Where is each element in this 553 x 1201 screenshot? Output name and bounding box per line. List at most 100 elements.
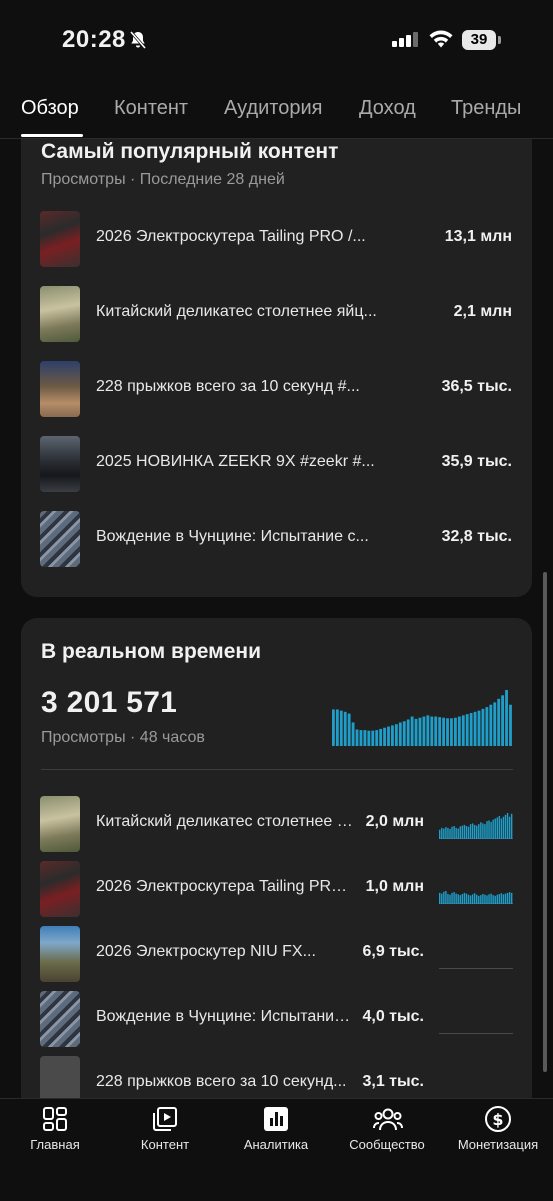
sparkline-bar [447, 893, 449, 904]
chart-bar [446, 718, 449, 746]
video-sparkline [439, 968, 513, 969]
video-thumbnail [40, 286, 80, 342]
video-sparkline [439, 1098, 513, 1099]
chart-bar [371, 730, 375, 746]
sparkline-bar [482, 893, 484, 904]
top-content-row[interactable]: 2025 НОВИНКА ZEEKR 9X #zeekr #... 35,9 т… [21, 434, 532, 494]
sparkline-bar [482, 823, 484, 839]
sparkline-bar [439, 892, 441, 904]
chart-bar [406, 719, 410, 746]
tab-trends[interactable]: Тренды [451, 97, 521, 120]
nav-community[interactable]: Сообщество [332, 1099, 442, 1169]
sparkline-bar [457, 828, 459, 839]
chart-bar [418, 717, 422, 746]
sparkline-bar [467, 826, 470, 839]
chart-bar [501, 695, 505, 746]
video-title: Вождение в Чунцине: Испытание с... [96, 528, 369, 545]
sparkline-bar [492, 895, 494, 904]
chart-bar [489, 704, 493, 746]
realtime-video-row[interactable]: 2026 Электроскутера Tailing PRO... 1,0 м… [21, 859, 532, 919]
chart-bar [414, 718, 418, 746]
nav-content[interactable]: Контент [110, 1099, 220, 1169]
sparkline-bar [455, 893, 457, 904]
chart-bar [355, 729, 359, 746]
video-thumbnail [40, 361, 80, 417]
chart-bar [398, 722, 402, 746]
video-title: Китайский деликатес столетнее яйцо... [96, 813, 354, 830]
sparkline-bar [445, 827, 447, 839]
realtime-subtitle: Просмотры · 48 часов [41, 729, 205, 746]
chart-bar [379, 728, 383, 746]
video-views: 32,8 тыс. [441, 528, 512, 545]
chart-bar [453, 717, 457, 746]
realtime-title: В реальном времени [41, 640, 261, 663]
chart-bar [469, 712, 473, 746]
top-content-row[interactable]: 228 прыжков всего за 10 секунд #... 36,5… [21, 359, 532, 419]
sparkline-bar [449, 894, 451, 904]
nav-monetization[interactable]: $ Монетизация [443, 1099, 553, 1169]
chart-bar [367, 730, 371, 746]
top-content-row[interactable]: Вождение в Чунцине: Испытание с... 32,8 … [21, 509, 532, 569]
video-views: 2,1 млн [453, 303, 512, 320]
sparkline-bar [441, 827, 443, 839]
video-title: 2026 Электроскутера Tailing PRO /... [96, 228, 366, 245]
community-icon [373, 1108, 403, 1131]
sparkline-bar [500, 818, 503, 839]
chart-bar [359, 730, 363, 746]
chart-bar [422, 716, 426, 746]
nav-analytics[interactable]: Аналитика [221, 1099, 331, 1169]
realtime-card[interactable]: В реальном времени 3 201 571 Просмотры ·… [21, 618, 532, 1178]
chart-bar [509, 704, 512, 746]
video-views: 2,0 млн [365, 813, 424, 830]
realtime-video-row[interactable]: Вождение в Чунцине: Испытание... 4,0 тыс… [21, 989, 532, 1049]
video-thumbnail [40, 211, 80, 267]
tab-revenue[interactable]: Доход [359, 97, 416, 120]
video-title: 2026 Электроскутер NIU FX... [96, 943, 316, 960]
sparkline-bar [469, 895, 472, 904]
sparkline-bar [461, 893, 464, 904]
tab-content[interactable]: Контент [114, 97, 188, 120]
sparkline-bar [453, 826, 455, 839]
video-views: 6,9 тыс. [362, 943, 424, 960]
nav-label: Аналитика [243, 1137, 309, 1152]
chart-bar [387, 726, 390, 746]
sparkline-bar [502, 816, 505, 839]
top-content-row[interactable]: 2026 Электроскутера Tailing PRO /... 13,… [21, 209, 532, 269]
sparkline-bar [459, 895, 461, 904]
chart-bar [477, 710, 481, 746]
chart-bar [497, 698, 501, 746]
sparkline-bar [510, 892, 513, 904]
sparkline-bar [465, 826, 468, 839]
nav-label: Сообщество [349, 1137, 425, 1152]
chart-bar [505, 690, 508, 746]
scrollbar[interactable] [543, 572, 547, 1072]
sparkline-bar [506, 813, 509, 839]
chart-bar [394, 724, 398, 746]
realtime-video-row[interactable]: Китайский деликатес столетнее яйцо... 2,… [21, 794, 532, 854]
sparkline-bar [494, 818, 496, 839]
top-content-row[interactable]: Китайский деликатес столетнее яйц... 2,1… [21, 284, 532, 344]
sparkline-bar [455, 827, 457, 839]
chart-bar [481, 708, 485, 746]
realtime-video-row[interactable]: 2026 Электроскутер NIU FX... 6,9 тыс. [21, 924, 532, 984]
sparkline-bar [471, 823, 474, 839]
video-views: 36,5 тыс. [441, 378, 512, 395]
chart-bar [391, 725, 394, 746]
sparkline-bar [469, 824, 472, 839]
chart-bar [363, 730, 367, 746]
sparkline-bar [451, 892, 453, 904]
nav-label: Монетизация [457, 1137, 539, 1152]
video-thumbnail [40, 511, 80, 567]
video-sparkline [439, 891, 513, 904]
sparkline-bar [510, 813, 513, 839]
sparkline-bar [496, 817, 498, 839]
video-thumbnail [40, 991, 80, 1047]
tab-audience[interactable]: Аудитория [224, 97, 322, 120]
video-title: 2026 Электроскутера Tailing PRO... [96, 878, 354, 895]
chart-bar [493, 702, 497, 746]
battery-indicator: 39 [462, 30, 501, 50]
nav-home[interactable]: Главная [0, 1099, 110, 1169]
tab-overview[interactable]: Обзор [21, 97, 79, 120]
sparkline-bar [498, 815, 501, 839]
sparkline-bar [443, 891, 445, 904]
